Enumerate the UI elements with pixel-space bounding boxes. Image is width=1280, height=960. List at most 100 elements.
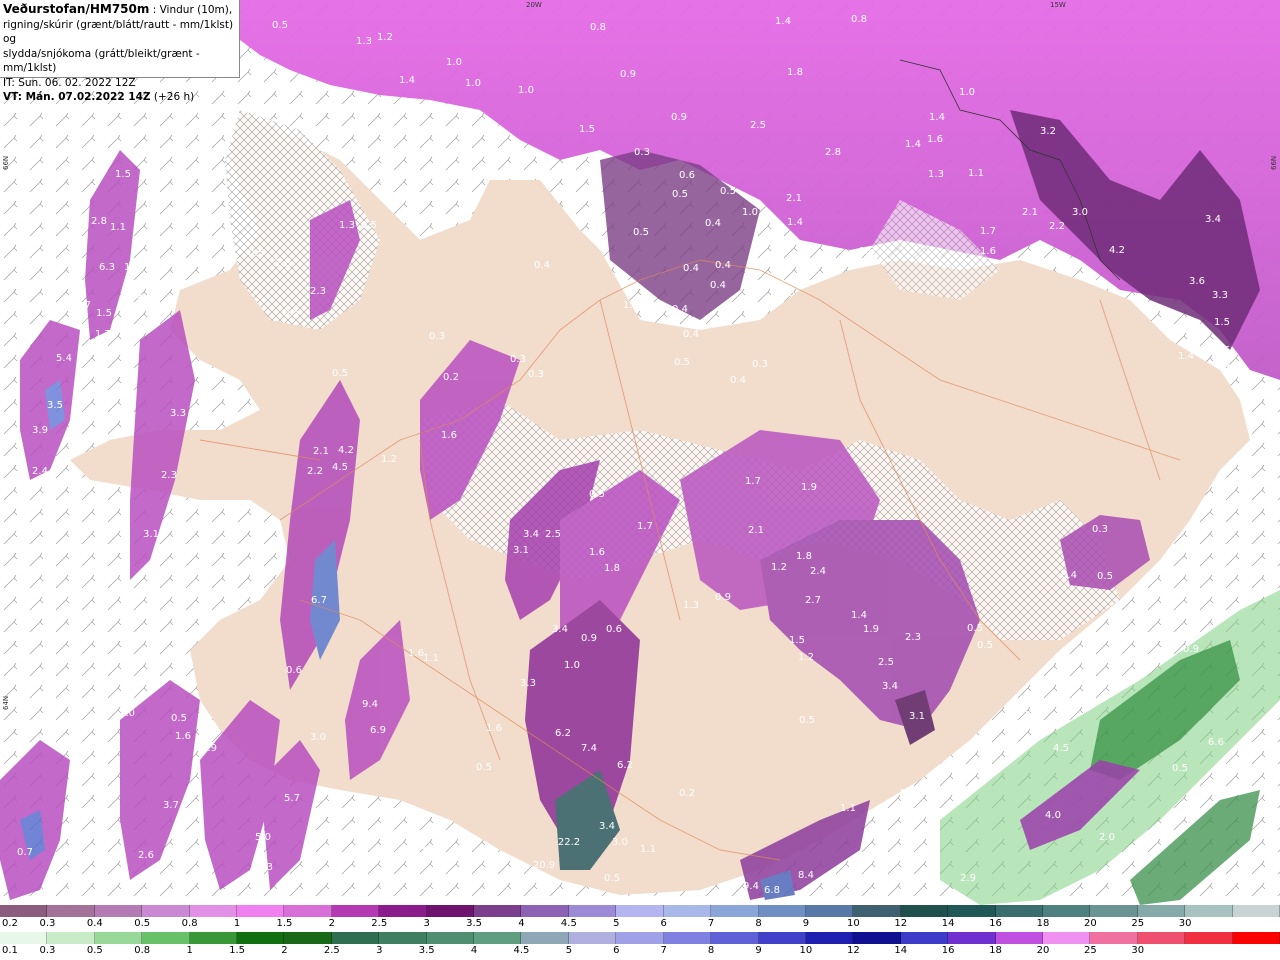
map-value-label: 1.2 [381, 454, 397, 465]
map-value-label: 0.6 [679, 170, 695, 181]
legend-swatch [900, 905, 949, 917]
legend-tick-label: 0.8 [134, 945, 151, 956]
legend-tick-label: 12 [894, 918, 908, 929]
map-value-label: 0.4 [534, 260, 550, 271]
map-value-label: 4.0 [1045, 810, 1061, 821]
legend-tick-label: 3 [376, 945, 383, 956]
map-value-label: 0.4 [672, 304, 688, 315]
legend-tick-label: 8 [707, 945, 715, 956]
legend-tick-label: 7 [660, 945, 667, 956]
map-value-label: 0.5 [283, 308, 299, 319]
legend-swatch [189, 932, 238, 944]
map-value-label: 3.0 [612, 837, 628, 848]
map-value-label: 4.5 [332, 462, 348, 473]
legend-swatch [948, 932, 996, 944]
map-value-label: 6.9 [370, 725, 386, 736]
legend-swatch [1090, 932, 1138, 944]
legend-swatch [0, 932, 48, 944]
legend-swatch [1042, 932, 1091, 944]
map-value-label: 0.2 [679, 788, 695, 799]
map-value-label: 0.4 [715, 260, 731, 271]
map-value-label: 9.4 [743, 881, 759, 892]
map-value-label: 1.2 [798, 652, 814, 663]
map-value-label: 0.5 [672, 189, 688, 200]
map-value-label: 0.5 [799, 715, 815, 726]
map-value-label: 4.5 [1053, 743, 1069, 754]
grid-label-66n-right: 66N [1270, 156, 1278, 170]
legend-swatch [995, 905, 1043, 917]
legend-tick-label: 18 [1036, 918, 1050, 929]
map-value-label: 3.5 [1224, 362, 1240, 373]
map-value-label: 1.1 [423, 653, 439, 664]
map-value-label: 0.5 [633, 227, 649, 238]
map-value-label: 3.2 [1190, 324, 1206, 335]
legend-swatch [331, 932, 380, 944]
map-value-label: 3.3 [1212, 290, 1228, 301]
legend-tick-label: 2.5 [323, 945, 340, 956]
map-value-label: 5.0 [255, 832, 271, 843]
legend-tick-label: 1 [186, 945, 193, 956]
map-value-label: 6.8 [764, 885, 780, 896]
map-value-label: 3.4 [552, 624, 568, 635]
map-value-label: 2.0 [1099, 832, 1115, 843]
map-value-label: 1.7 [637, 521, 653, 532]
legend-tick-label: 30 [1178, 918, 1192, 929]
map-value-label: 1.8 [796, 551, 812, 562]
legend-snow: 0.2 0.3 0.4 0.5 0.8 1 1.5 2 2.5 3 3.5 4 4.5 5 6 7 8 9 10 12… [0, 905, 1280, 932]
legend-tick-label: 4 [470, 945, 478, 956]
legend-tick-label: 6 [660, 918, 667, 929]
legend-swatch [474, 932, 522, 944]
map-value-label: 2.9 [201, 743, 217, 754]
map-value-label: 1.8 [604, 563, 620, 574]
map-value-label: 3.9 [32, 425, 48, 436]
map-value-label: 1.5 [115, 169, 131, 180]
map-value-label: 1.6 [441, 430, 457, 441]
legend-swatch [521, 905, 569, 917]
map-value-label: 1.1 [110, 222, 126, 233]
map-value-label: 1.7 [95, 329, 111, 340]
map-value-label: 0.5 [779, 288, 795, 299]
legend-swatch [758, 932, 806, 944]
legend-tick-label: 30 [1131, 945, 1145, 956]
map-value-label: 2.9 [154, 233, 170, 244]
legend-swatch [758, 905, 806, 917]
map-value-label: 1.9 [126, 290, 142, 301]
forecast-map[interactable]: 20W 15W 66N 64N 66N 0.5 1.3 1.2 0.8 1.4 0.8 1.… [0, 0, 1280, 905]
header-it-line: IT: Sun. 06. 02. 2022 12Z [3, 76, 136, 89]
legend-swatch [284, 905, 332, 917]
map-value-label: 1.4 [775, 16, 791, 27]
legend-tick-label: 10 [799, 945, 813, 956]
legend-tick-label: 10 [846, 918, 860, 929]
legend-swatch [142, 905, 190, 917]
legend-swatch [379, 905, 427, 917]
map-value-label: 5.4 [56, 353, 72, 364]
legend-swatch [663, 905, 712, 917]
map-value-label: 0.6 [286, 665, 302, 676]
map-value-label: 2.4 [32, 466, 48, 477]
legend-tick-label: 18 [989, 945, 1002, 956]
map-value-label: 0.5 [171, 713, 187, 724]
legend-tick-label: 16 [941, 945, 955, 956]
map-value-label: 3.3 [170, 408, 186, 419]
map-value-label: 1.5 [1214, 317, 1230, 328]
map-value-label: 2.7 [805, 595, 821, 606]
legend-tick-label: 4 [518, 918, 525, 929]
legend-tick-label: 14 [941, 918, 955, 929]
map-value-label: 0.3 [528, 369, 544, 380]
legend-tick-label: 1.5 [229, 945, 245, 956]
map-value-label: 3.2 [1040, 126, 1056, 137]
map-value-label: 0.9 [671, 112, 687, 123]
map-value-label: 1.6 [589, 547, 605, 558]
map-value-label: 0.4 [705, 218, 721, 229]
map-value-label: 3.1 [143, 529, 159, 540]
map-value-label: 1.3 [1022, 704, 1038, 715]
legend-swatch [94, 932, 143, 944]
map-value-label: 0.5 [589, 489, 605, 500]
legend-tick-label: 14 [894, 945, 908, 956]
legend-swatch [616, 932, 664, 944]
legend-swatch [568, 905, 617, 917]
map-value-label: 0.5 [272, 20, 288, 31]
map-value-label: 0.3 [1092, 524, 1108, 535]
legend-area: 0.2 0.3 0.4 0.5 0.8 1 1.5 2 2.5 3 3.5 4 4.5 5 6 7 8 9 10 12… [0, 905, 1280, 960]
map-value-label: 3.4 [599, 821, 615, 832]
